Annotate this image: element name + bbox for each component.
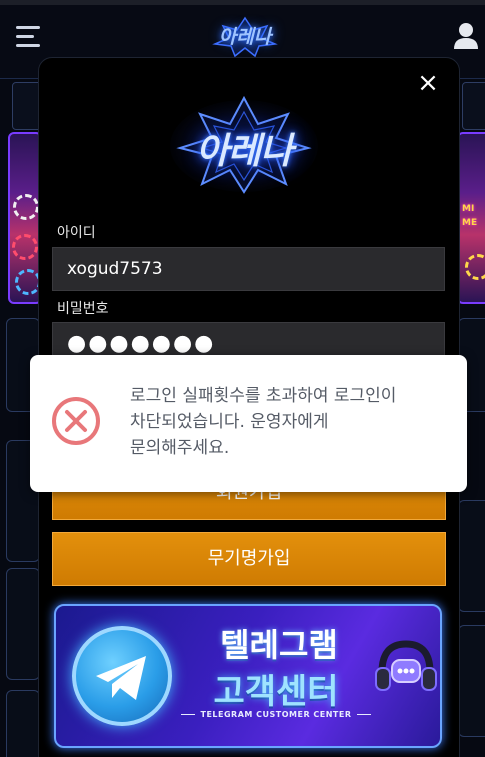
telegram-plane-icon <box>72 626 172 726</box>
bg-card-left[interactable] <box>6 690 40 757</box>
page: 아레나 MI ME × 아레나 아이디 xogud7573 비밀번호 ●●●●●… <box>0 0 485 757</box>
anonymous-signup-button[interactable]: 무기명가입 <box>52 532 446 586</box>
site-logo[interactable]: 아레나 <box>205 16 285 58</box>
login-logo: 아레나 <box>168 94 320 194</box>
bg-tile-text: ME <box>462 218 478 228</box>
id-input[interactable]: xogud7573 <box>52 247 445 291</box>
password-label: 비밀번호 <box>57 301 109 317</box>
bg-game-tile-right[interactable]: MI ME <box>457 132 485 304</box>
login-logo-text: 아레나 <box>195 131 293 172</box>
error-x-circle-icon <box>50 395 102 447</box>
bg-card-right[interactable] <box>458 625 485 737</box>
banner-title-line2: 고객센터 <box>213 672 339 712</box>
bg-card-left[interactable] <box>6 568 40 680</box>
banner-title-line1: 텔레그램 <box>220 626 338 664</box>
alert-message: 로그인 실패횟수를 초과하여 로그인이 차단되었습니다. 운영자에게 문의해주세… <box>130 386 397 458</box>
hamburger-menu-icon[interactable] <box>16 26 40 48</box>
headset-chat-icon <box>374 636 438 704</box>
bg-tile-text: MI <box>462 204 475 214</box>
banner-subtitle: TELEGRAM CUSTOMER CENTER <box>168 710 384 719</box>
close-icon[interactable]: × <box>414 70 442 98</box>
bg-card-right[interactable] <box>458 500 485 612</box>
login-blocked-alert[interactable]: 로그인 실패횟수를 초과하여 로그인이 차단되었습니다. 운영자에게 문의해주세… <box>30 355 467 492</box>
site-logo-text: 아레나 <box>218 26 272 48</box>
user-icon[interactable] <box>453 22 479 50</box>
telegram-customer-center-banner[interactable]: 텔레그램 고객센터 TELEGRAM CUSTOMER CENTER <box>54 604 442 748</box>
bg-game-tile-left[interactable] <box>8 132 42 304</box>
id-label: 아이디 <box>57 225 96 241</box>
bg-nav-tile-right[interactable] <box>462 82 485 130</box>
